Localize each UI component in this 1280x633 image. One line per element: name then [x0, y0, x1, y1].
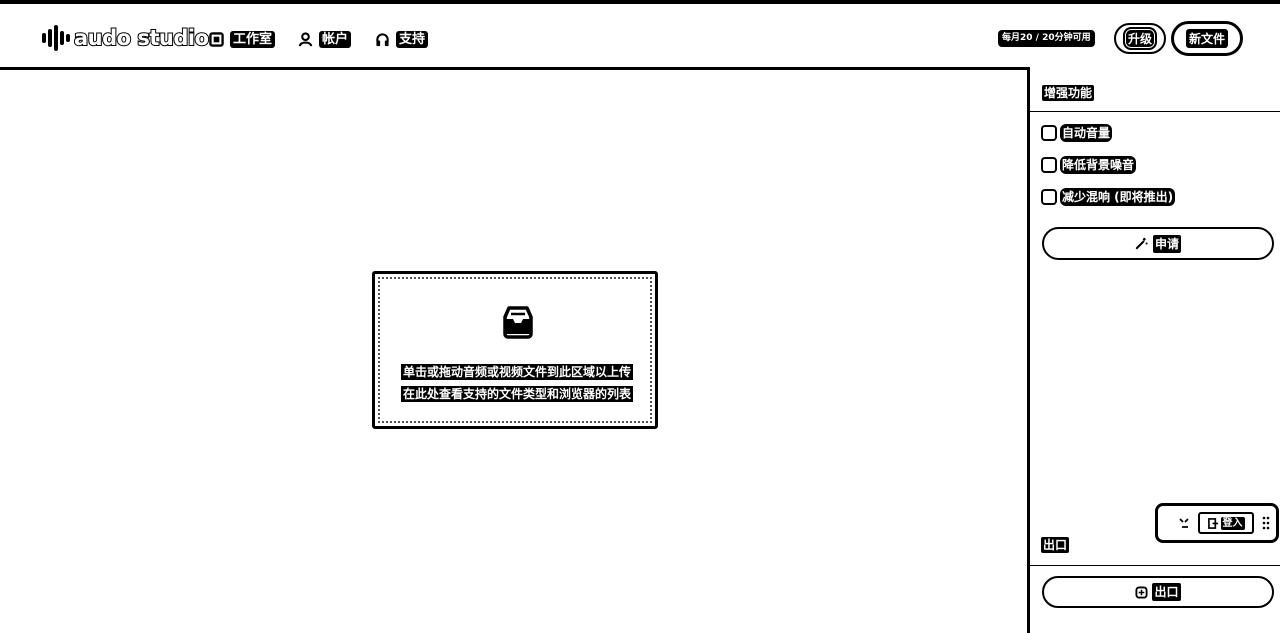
upgrade-button[interactable]: 升级	[1114, 23, 1166, 54]
nav-item-support[interactable]: 支持	[375, 29, 429, 49]
login-chip[interactable]: 登入	[1198, 512, 1254, 534]
reduce-noise-label: 降低背景噪音	[1060, 156, 1137, 174]
login-icon	[1207, 517, 1218, 529]
auto-volume-checkbox[interactable]	[1041, 125, 1057, 141]
export-icon	[1135, 585, 1149, 599]
nav-item-studio[interactable]: 工作室	[209, 29, 276, 49]
new-file-button[interactable]: 新文件	[1171, 21, 1243, 56]
collapse-icon[interactable]	[1177, 516, 1191, 530]
new-file-label: 新文件	[1185, 29, 1228, 48]
panel-title: 增强功能	[1042, 85, 1095, 101]
top-bar: audo studio 工作室 帐户 支持 每月20 / 20分钟可用 升级 新…	[0, 0, 1280, 70]
nav-item-account[interactable]: 帐户	[298, 29, 352, 49]
apply-button[interactable]: 申请	[1042, 227, 1274, 260]
dropzone-line1-wrap: 单击或拖动音频或视频文件到此区域以上传	[387, 361, 647, 380]
inbox-icon	[503, 306, 533, 339]
user-icon	[298, 31, 313, 46]
studio-icon	[209, 31, 224, 47]
reduce-noise-checkbox[interactable]	[1041, 157, 1057, 173]
option-reduce-noise[interactable]: 降低背景噪音	[1041, 156, 1137, 174]
apply-label: 申请	[1152, 234, 1181, 253]
floating-login-widget[interactable]: 登入	[1155, 503, 1279, 543]
logo-text: audo studio	[73, 25, 210, 51]
export-section-title: 出口	[1041, 537, 1070, 553]
dropzone-instruction: 单击或拖动音频或视频文件到此区域以上传	[400, 364, 633, 380]
export-label: 出口	[1152, 583, 1181, 601]
panel-title-wrap: 增强功能	[1042, 82, 1095, 101]
nav-label-studio: 工作室	[230, 30, 276, 48]
export-button[interactable]: 出口	[1042, 576, 1274, 608]
reduce-reverb-label: 减少混响 (即将推出)	[1060, 188, 1176, 206]
option-reduce-reverb[interactable]: 减少混响 (即将推出)	[1041, 188, 1176, 206]
auto-volume-label: 自动音量	[1060, 124, 1113, 142]
supported-types-link[interactable]: 在此处查看支持的文件类型和浏览器的列表	[400, 386, 633, 402]
app-logo[interactable]: audo studio	[42, 23, 210, 53]
login-label: 登入	[1220, 516, 1245, 530]
panel-divider	[1030, 111, 1280, 112]
upgrade-label: 升级	[1122, 27, 1157, 50]
usage-quota-badge: 每月20 / 20分钟可用	[998, 30, 1095, 47]
enhancement-panel: 增强功能 自动音量 降低背景噪音 减少混响 (即将推出) 申请 登入 出口 出口	[1027, 67, 1280, 633]
headphones-icon	[376, 32, 389, 46]
magic-wand-icon	[1135, 237, 1148, 250]
option-auto-volume[interactable]: 自动音量	[1041, 124, 1113, 142]
nav-label-support: 支持	[396, 30, 429, 48]
export-title-wrap: 出口	[1041, 534, 1070, 553]
waveform-logo-icon	[42, 25, 70, 51]
reduce-reverb-checkbox[interactable]	[1041, 189, 1057, 205]
main-workspace: 单击或拖动音频或视频文件到此区域以上传 在此处查看支持的文件类型和浏览器的列表	[0, 70, 1028, 633]
drag-handle-icon[interactable]	[1262, 516, 1270, 530]
export-divider	[1030, 565, 1280, 566]
nav-label-account: 帐户	[319, 30, 352, 48]
upload-dropzone[interactable]: 单击或拖动音频或视频文件到此区域以上传 在此处查看支持的文件类型和浏览器的列表	[372, 271, 658, 429]
dropzone-line2-wrap: 在此处查看支持的文件类型和浏览器的列表	[387, 383, 647, 402]
